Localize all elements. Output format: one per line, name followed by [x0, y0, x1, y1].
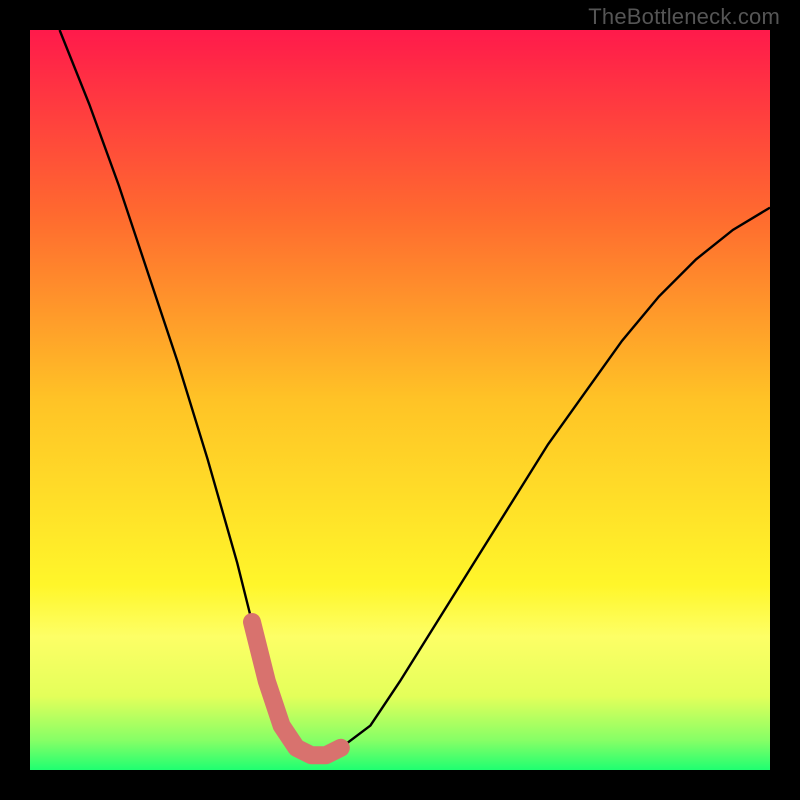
- chart-frame: TheBottleneck.com: [0, 0, 800, 800]
- plot-area: [30, 30, 770, 770]
- attribution-text: TheBottleneck.com: [588, 4, 780, 30]
- background-gradient: [30, 30, 770, 770]
